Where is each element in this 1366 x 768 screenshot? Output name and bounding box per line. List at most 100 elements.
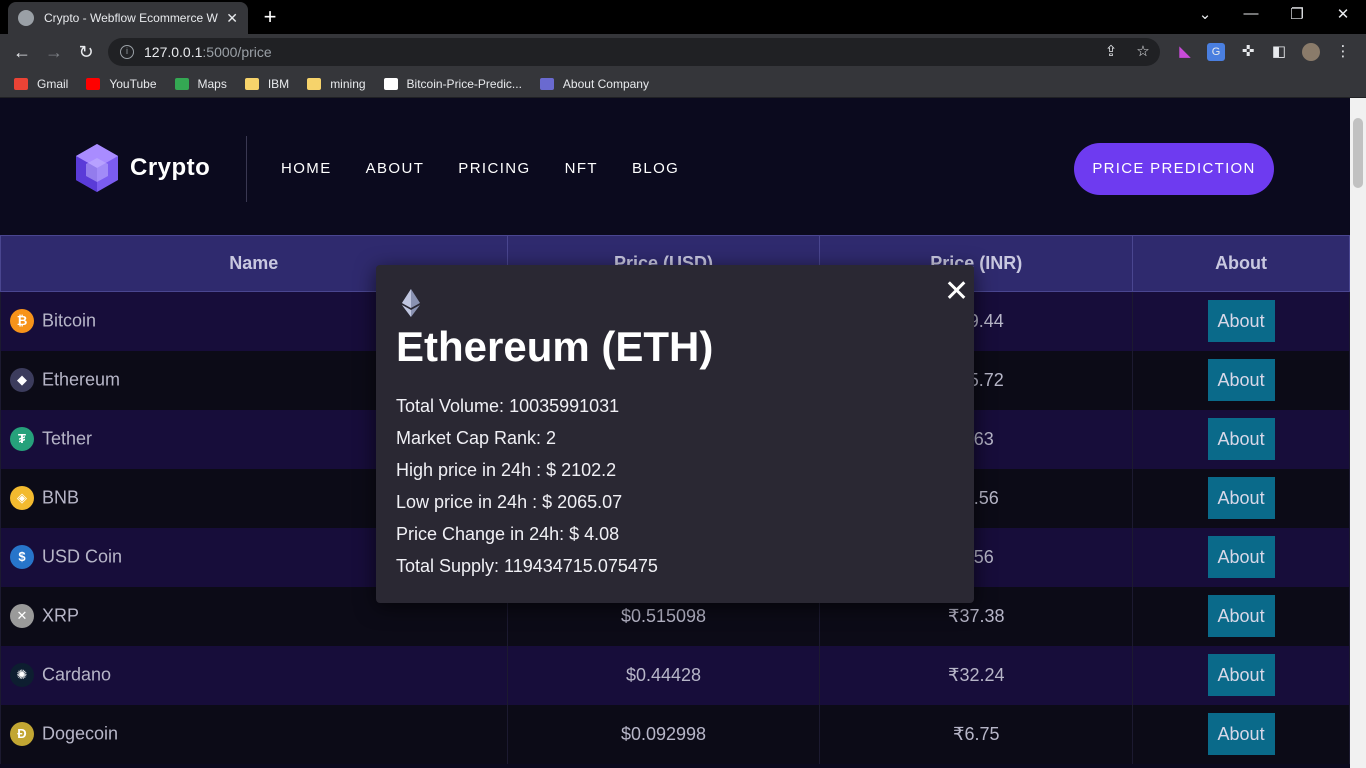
close-window-button[interactable]: ✕ <box>1328 5 1358 23</box>
web-page: Crypto HOME ABOUT PRICING NFT BLOG PRICE… <box>0 98 1350 768</box>
coin-name: Dogecoin <box>42 723 119 744</box>
cardano-icon: ✺ <box>10 663 34 687</box>
bookmark-item[interactable]: mining <box>307 77 366 91</box>
bookmark-label: IBM <box>267 76 290 91</box>
table-row: ✺ Cardano $0.44428 ₹32.24 About <box>0 645 1350 705</box>
profile-avatar[interactable] <box>1302 43 1320 61</box>
about-button[interactable]: About <box>1207 300 1275 343</box>
share-icon[interactable]: ⇪ <box>1102 43 1120 61</box>
cell-price-inr: ₹6.75 <box>819 704 1134 764</box>
close-modal-button[interactable]: ✕ <box>944 277 969 307</box>
cell-about: About <box>1132 586 1350 646</box>
bookmark-label: YouTube <box>109 76 157 91</box>
cell-about: About <box>1132 291 1350 351</box>
bookmark-favicon-icon <box>244 77 259 90</box>
usd-coin-icon: $ <box>10 545 34 569</box>
xrp-icon: ✕ <box>10 604 34 628</box>
browser-tab-strip: Crypto - Webflow Ecommerce W ✕ + ⌄ — ❐ ✕ <box>0 0 1366 34</box>
page-scrollbar[interactable] <box>1350 98 1366 768</box>
column-header-about[interactable]: About <box>1132 235 1350 292</box>
side-panel-icon[interactable]: ◧ <box>1270 43 1288 61</box>
about-button[interactable]: About <box>1207 359 1275 401</box>
minimize-button[interactable]: — <box>1236 5 1266 22</box>
bookmark-item[interactable]: IBM <box>244 76 290 91</box>
nav-pricing[interactable]: PRICING <box>458 160 530 177</box>
back-button[interactable]: ← <box>10 40 34 64</box>
cell-name: Ð Dogecoin <box>0 704 508 764</box>
bookmark-item[interactable]: YouTube <box>86 76 157 91</box>
about-button[interactable]: About <box>1207 595 1275 637</box>
about-button[interactable]: About <box>1207 477 1275 519</box>
scrollbar-thumb[interactable] <box>1353 118 1363 188</box>
extension-flag-icon[interactable]: ◣ <box>1176 43 1194 61</box>
about-button[interactable]: About <box>1207 654 1275 696</box>
total-volume: Total Volume: 10035991031 <box>396 396 620 416</box>
price-prediction-button[interactable]: PRICE PREDICTION <box>1074 143 1274 195</box>
bookmark-item[interactable]: Maps <box>174 76 227 91</box>
price-change-24h: Price Change in 24h: $ 4.08 <box>396 524 620 544</box>
dogecoin-icon: Ð <box>10 722 34 746</box>
cell-name: ✺ Cardano <box>0 645 508 705</box>
coin-name: Cardano <box>42 664 112 685</box>
new-tab-button[interactable]: + <box>258 4 282 30</box>
coin-details-modal: ✕ Ethereum (ETH) Total Volume: 100359910… <box>376 265 974 603</box>
cell-price-usd: $0.44428 <box>506 645 821 705</box>
bookmark-item[interactable]: About Company <box>539 76 649 91</box>
browser-toolbar: ← → ↻ i 127.0.0.1:5000/price ⇪ ☆ ◣ G ✜ ◧… <box>0 34 1366 70</box>
tab-search-icon[interactable]: ⌄ <box>1190 5 1220 23</box>
main-nav: HOME ABOUT PRICING NFT BLOG <box>281 160 713 177</box>
about-button[interactable]: About <box>1207 713 1275 755</box>
bookmark-favicon-icon <box>307 77 322 90</box>
menu-kebab-icon[interactable]: ⋮ <box>1334 43 1352 61</box>
nav-nft[interactable]: NFT <box>565 160 598 177</box>
nav-about[interactable]: ABOUT <box>366 160 425 177</box>
reload-button[interactable]: ↻ <box>74 40 98 64</box>
bookmark-label: Bitcoin-Price-Predic... <box>406 76 522 91</box>
url-path: :5000/price <box>202 44 272 60</box>
cell-about: About <box>1132 645 1350 705</box>
low-price-24h: Low price in 24h : $ 2065.07 <box>396 492 623 512</box>
about-button[interactable]: About <box>1207 536 1275 578</box>
cell-price-usd: $0.092998 <box>506 704 821 764</box>
bookmark-favicon-icon <box>14 77 28 90</box>
forward-button[interactable]: → <box>42 40 66 64</box>
modal-title: Ethereum (ETH) <box>396 323 714 370</box>
restore-button[interactable]: ❐ <box>1282 5 1312 23</box>
bookmark-label: Gmail <box>37 76 69 91</box>
bookmark-item[interactable]: Gmail <box>14 77 68 91</box>
cell-about: About <box>1132 704 1350 764</box>
extensions-puzzle-icon[interactable]: ✜ <box>1239 43 1257 61</box>
about-button[interactable]: About <box>1207 418 1275 460</box>
cell-about: About <box>1132 468 1350 528</box>
address-bar[interactable]: i 127.0.0.1:5000/price <box>108 38 1160 66</box>
coin-name: USD Coin <box>42 546 123 567</box>
bookmarks-bar: Gmail YouTube Maps IBM mining Bitcoin-Price-P… <box>0 70 1366 98</box>
modal-details: Total Volume: 10035991031 Market Cap Ran… <box>396 393 658 585</box>
tether-icon: ₮ <box>10 427 34 451</box>
cell-about: About <box>1132 527 1350 587</box>
tab-title: Crypto - Webflow Ecommerce W <box>44 11 218 25</box>
bookmark-label: About Company <box>562 76 649 91</box>
table-row: Ð Dogecoin $0.092998 ₹6.75 About <box>0 704 1350 764</box>
nav-home[interactable]: HOME <box>281 160 332 177</box>
bookmark-favicon-icon <box>174 77 189 90</box>
bookmark-item[interactable]: Bitcoin-Price-Predic... <box>383 76 522 91</box>
globe-icon <box>18 10 34 26</box>
bookmark-favicon-icon <box>539 77 554 90</box>
site-logo[interactable]: Crypto <box>76 144 210 192</box>
cell-price-inr: ₹32.24 <box>819 645 1134 705</box>
bookmark-favicon-icon <box>86 77 101 90</box>
logo-text: Crypto <box>130 154 211 181</box>
bookmark-favicon-icon <box>383 77 398 90</box>
site-info-icon[interactable]: i <box>120 45 134 59</box>
crypto-logo-icon <box>76 144 118 192</box>
nav-blog[interactable]: BLOG <box>632 160 679 177</box>
browser-tab[interactable]: Crypto - Webflow Ecommerce W ✕ <box>8 2 248 34</box>
total-supply: Total Supply: 119434715.075475 <box>396 556 658 576</box>
bnb-icon: ◈ <box>10 486 34 510</box>
bookmark-star-icon[interactable]: ☆ <box>1134 43 1152 61</box>
close-tab-icon[interactable]: ✕ <box>226 10 238 27</box>
translate-extension-icon[interactable]: G <box>1207 43 1225 61</box>
url-host: 127.0.0.1 <box>144 44 203 60</box>
bookmark-label: Maps <box>197 76 227 91</box>
